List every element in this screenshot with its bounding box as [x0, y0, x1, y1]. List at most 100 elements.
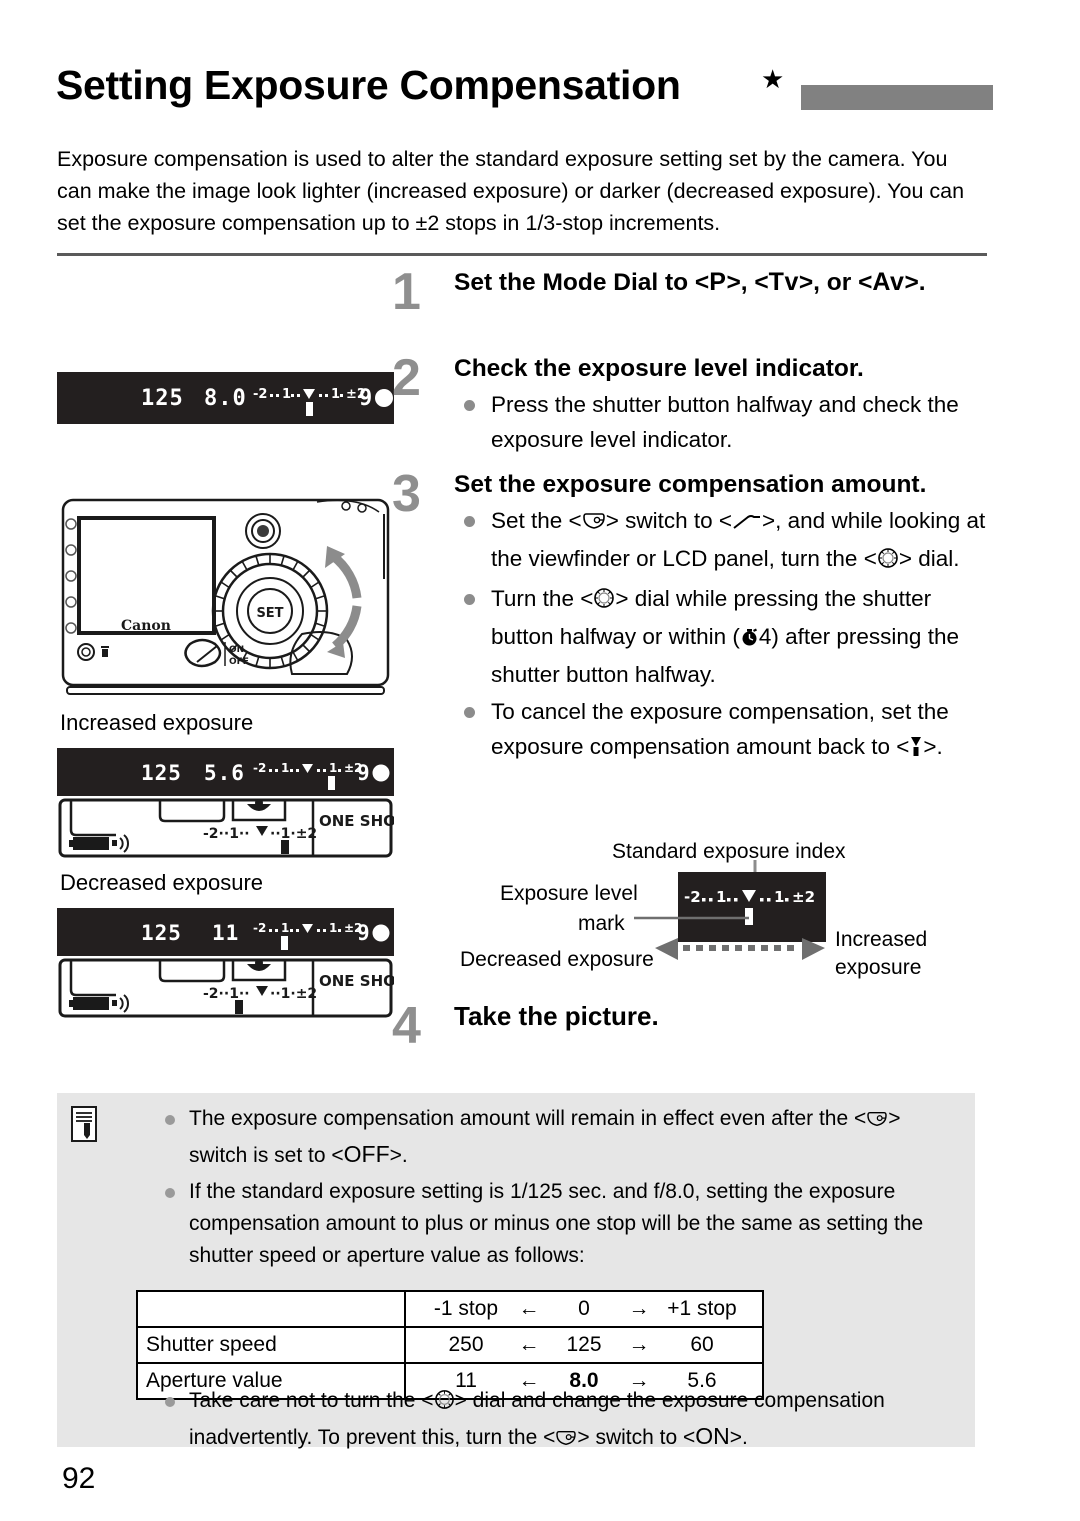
svg-text:125: 125	[141, 921, 182, 945]
step-3-b1-text-a: Set the <	[491, 508, 582, 533]
step-3-heading: Set the exposure compensation amount.	[454, 471, 927, 498]
step-1-text-c: >, or <	[798, 269, 873, 296]
svg-text:9: 9	[357, 761, 370, 785]
svg-text:1: 1	[716, 888, 726, 906]
page-header: Setting Exposure Compensation ★	[56, 62, 993, 122]
step-4-number: 4	[392, 997, 421, 1055]
svg-text:-2: -2	[253, 921, 266, 935]
star-icon: ★	[761, 64, 785, 94]
svg-text:··1·±2: ··1·±2	[270, 826, 317, 842]
intro-paragraph: Exposure compensation is used to alter t…	[57, 147, 965, 235]
switch-on-slash-icon	[732, 506, 762, 541]
svg-text:SET: SET	[256, 606, 283, 621]
step-1-text-b: >, <	[726, 269, 769, 296]
note-3-text-c: > switch to <	[577, 1426, 696, 1449]
procedure-steps: 1 Set the Mode Dial to <P>, <Tv>, or <Av…	[392, 266, 992, 808]
table-row-1-label: Shutter speed	[136, 1326, 406, 1364]
step-3-b2-text-a: Turn the <	[491, 586, 594, 611]
table-row: Shutter speed 250 ← 125 → 60	[136, 1326, 764, 1364]
svg-text:1: 1	[774, 888, 784, 906]
quick-control-switch-icon	[582, 506, 606, 541]
step-2-bullets: Press the shutter button halfway and che…	[454, 387, 992, 457]
step-2: 2 Check the exposure level indicator. Pr…	[392, 352, 992, 462]
step-3-number: 3	[392, 465, 421, 523]
table-row-1-left-arrow: ←	[518, 1333, 540, 1356]
step-3-b3-text-a: To cancel the exposure compensation, set…	[491, 699, 949, 759]
step-3-b1-text-d: > dial.	[898, 546, 960, 571]
svg-text:11: 11	[212, 921, 239, 945]
svg-text:-2··1··: -2··1··	[203, 986, 250, 1002]
svg-text:1: 1	[331, 387, 340, 402]
note-1-text-a: The exposure compensation amount will re…	[189, 1107, 867, 1130]
step-1-heading: Set the Mode Dial to <P>, <Tv>, or <Av>.	[454, 266, 992, 299]
svg-text:Canon: Canon	[121, 618, 171, 634]
table-header-center: 0	[578, 1297, 590, 1320]
svg-text:ON: ON	[229, 645, 244, 655]
table-header-minus: -1 stop	[433, 1297, 499, 1320]
svg-text:±2: ±2	[792, 888, 815, 906]
note-list: The exposure compensation amount will re…	[157, 1103, 957, 1276]
table-row-1-right-arrow: →	[628, 1333, 650, 1356]
mode-av-label: Av	[872, 268, 905, 296]
stop-comparison-table: -1 stop ← 0 → +1 stop Shutter speed 250 ← 125 →…	[136, 1290, 764, 1400]
step-3: 3 Set the exposure compensation amount. …	[392, 468, 992, 808]
step-3-bullet-1: Set the < > switch to < >, and while looki…	[454, 503, 992, 579]
step-3-b3-text-b: >.	[923, 734, 943, 759]
note-1-text-c: >.	[389, 1144, 408, 1167]
viewfinder-standard-figure: 125 8.0 -2 1 1 ±2 9	[57, 372, 394, 424]
page-number: 92	[62, 1462, 96, 1495]
step-3-bullet-2: Turn the < > dial while pressing the shut…	[454, 581, 992, 692]
svg-text:1: 1	[281, 921, 289, 935]
step-3-bullets: Set the < > switch to < >, and while looki…	[454, 503, 992, 767]
svg-text:9: 9	[359, 386, 372, 411]
note-box: The exposure compensation amount will re…	[57, 1093, 975, 1449]
table-row-1-plus: 60	[690, 1333, 714, 1356]
increased-exposure-svg: 125 5.6 -2 1 1 ±2 9 -2··1·· ··1·±2 ONE S…	[57, 748, 407, 858]
step-2-heading: Check the exposure level indicator.	[454, 355, 864, 382]
decreased-exposure-figure: 125 11 -2 1 1 ±2 9 -2··1·· ··1·±2 ONE SH…	[57, 908, 407, 1018]
mode-tv-label: Tv	[768, 268, 799, 296]
table-header-row: -1 stop ← 0 → +1 stop	[136, 1290, 764, 1328]
quick-control-switch-icon	[866, 1106, 888, 1138]
step-3-b1-text-b: > switch to <	[605, 508, 733, 533]
note-list-2: Take care not to turn the < > dial and ch…	[157, 1385, 957, 1461]
svg-text:8.0: 8.0	[204, 386, 247, 411]
quick-control-dial-icon	[434, 1388, 455, 1420]
header-decoration-bar	[801, 85, 993, 110]
step-1: 1 Set the Mode Dial to <P>, <Tv>, or <Av…	[392, 266, 992, 344]
note-1-off-label: OFF	[343, 1141, 390, 1167]
table-header-label	[136, 1290, 406, 1328]
step-2-bullet-1: Press the shutter button halfway and che…	[454, 387, 992, 457]
note-pencil-icon	[69, 1105, 99, 1143]
note-3-text-d: >.	[729, 1426, 748, 1449]
svg-text:-2: -2	[253, 761, 266, 775]
svg-text:-2: -2	[684, 888, 701, 906]
step-2-number: 2	[392, 349, 421, 407]
step-1-number: 1	[392, 263, 421, 321]
step-3-bullet-3: To cancel the exposure compensation, set…	[454, 694, 992, 767]
svg-text:ONE SHOT: ONE SHOT	[319, 972, 394, 990]
table-row-1-values: 250 ← 125 → 60	[404, 1326, 764, 1364]
exposure-level-mark-icon	[909, 732, 923, 767]
table-row-1-minus: 250	[448, 1333, 484, 1356]
svg-text:1: 1	[281, 761, 289, 775]
svg-text:··1·±2: ··1·±2	[270, 986, 317, 1002]
table-header-values: -1 stop ← 0 → +1 stop	[404, 1290, 764, 1328]
note-3-on-label: ON	[695, 1423, 730, 1449]
svg-text:5.6: 5.6	[204, 761, 245, 785]
table-header-plus: +1 stop	[667, 1297, 737, 1320]
svg-text:9: 9	[357, 921, 370, 945]
svg-text:125: 125	[141, 386, 184, 411]
step-4-heading: Take the picture.	[454, 1001, 659, 1031]
note-bullet-2: If the standard exposure setting is 1/12…	[157, 1176, 957, 1272]
svg-text:1: 1	[329, 921, 337, 935]
svg-text:125: 125	[141, 761, 182, 785]
camera-back-illustration: Canon SET ON OFF	[57, 484, 394, 700]
svg-text:1: 1	[329, 761, 337, 775]
exposure-level-diagram: Standard exposure index Exposure level m…	[450, 840, 990, 990]
increased-exposure-caption: Increased exposure	[60, 710, 254, 735]
svg-text:OFF: OFF	[229, 657, 249, 667]
note-bullet-1: The exposure compensation amount will re…	[157, 1103, 957, 1172]
step-4: 4 Take the picture.	[392, 1000, 952, 1052]
quick-control-dial-icon	[593, 584, 615, 619]
